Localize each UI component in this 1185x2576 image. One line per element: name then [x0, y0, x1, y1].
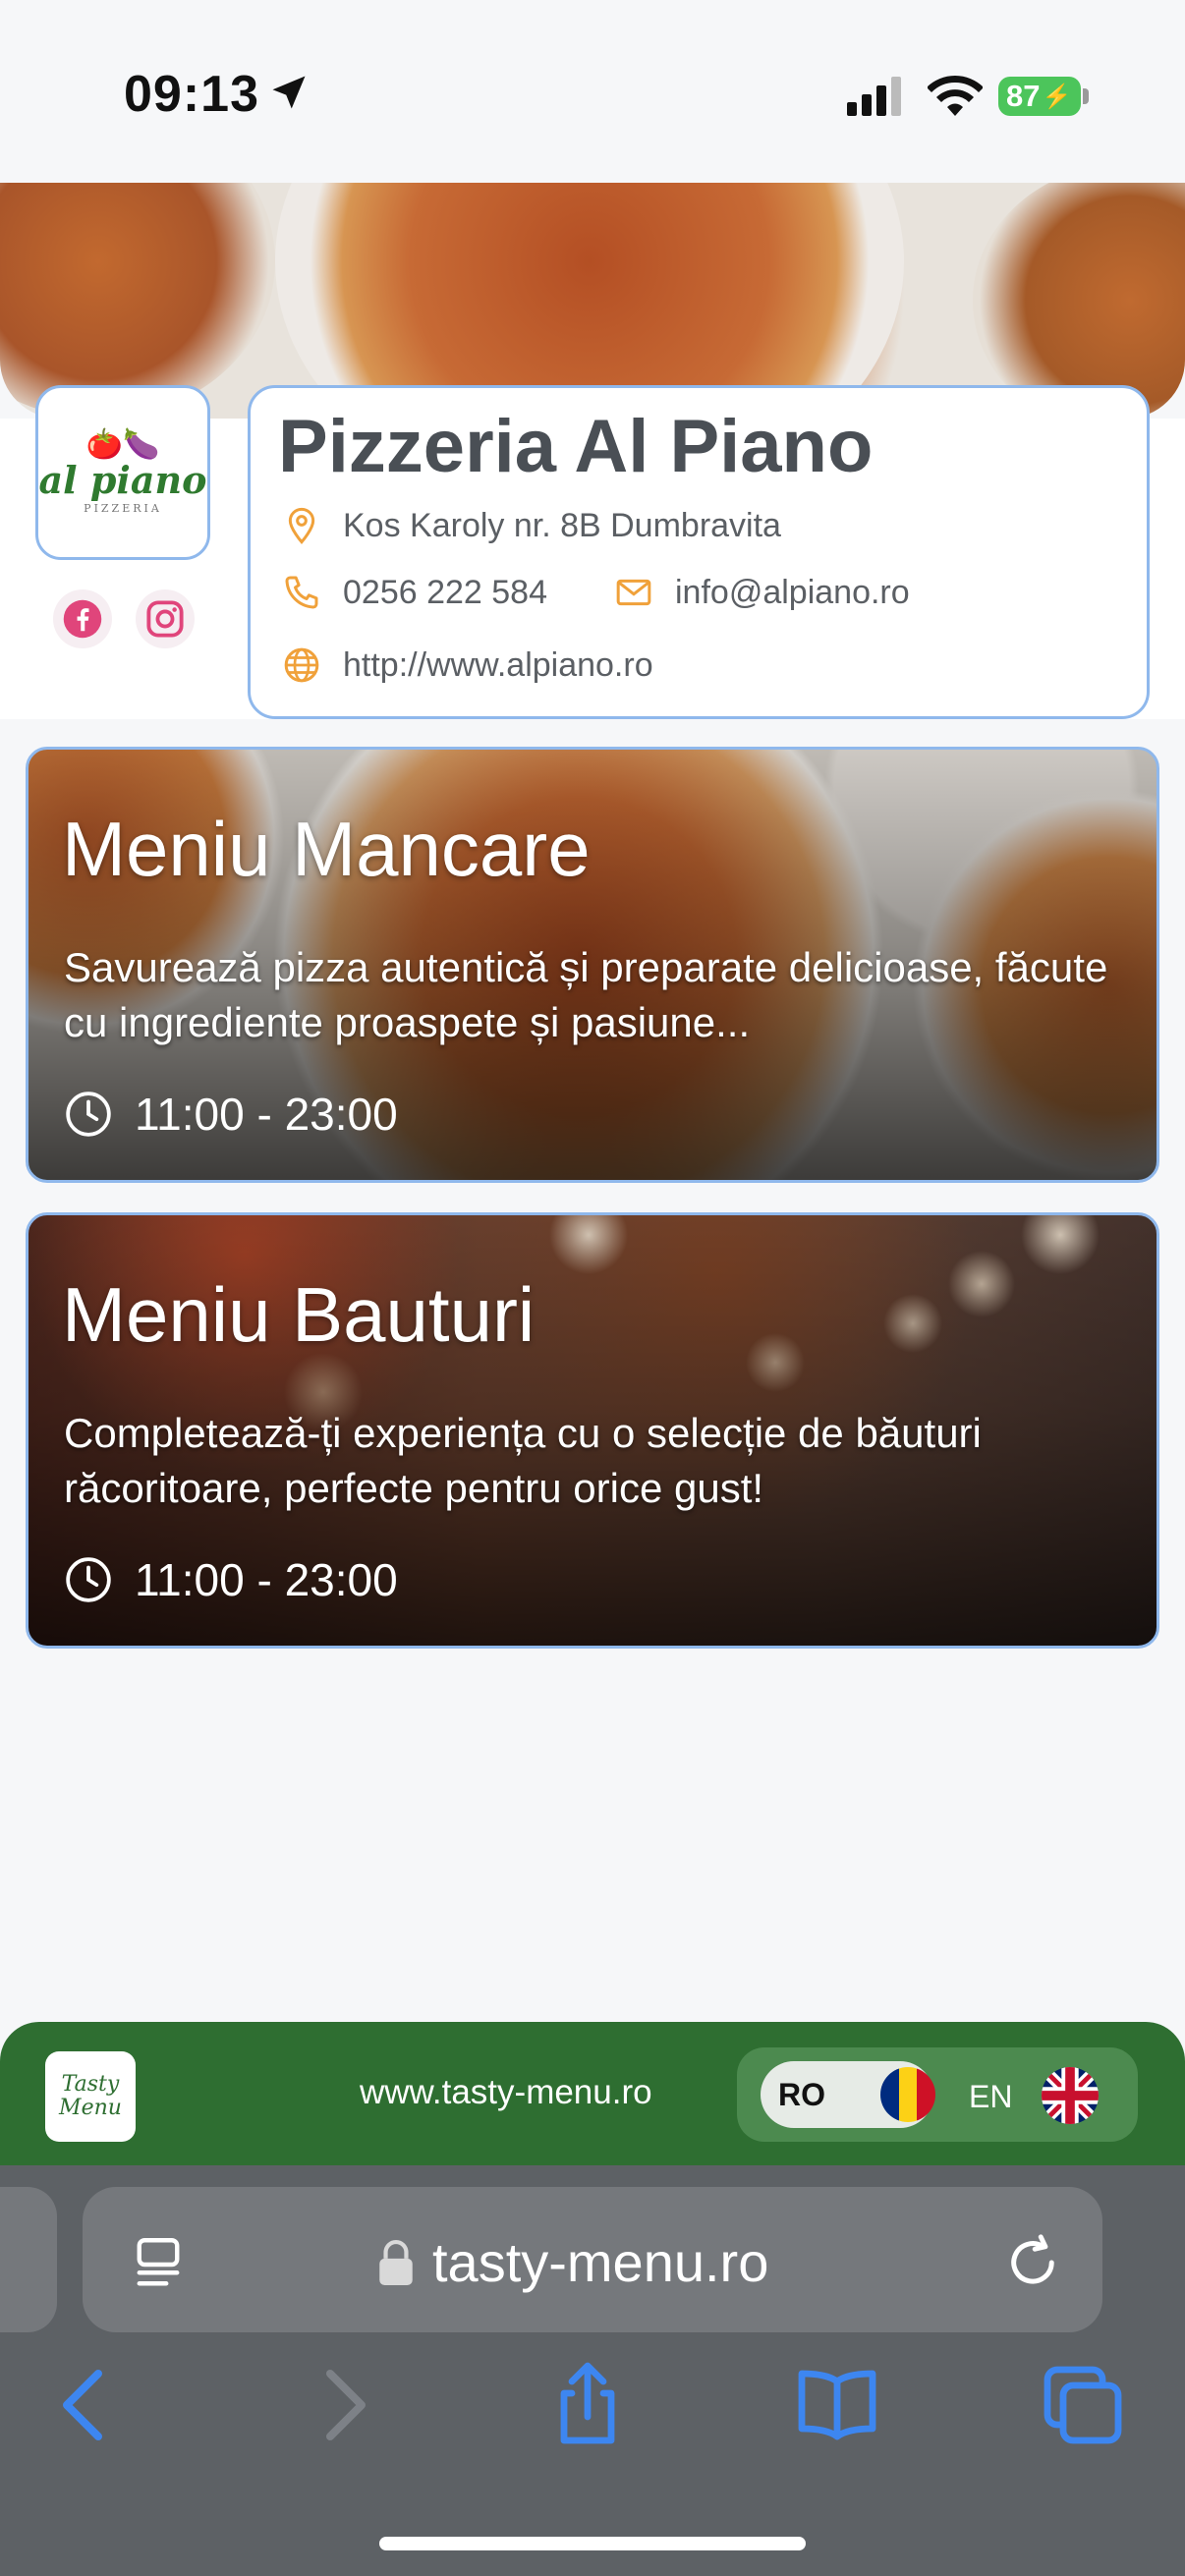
mail-icon: [616, 579, 651, 606]
battery-indicator: 87 ⚡: [998, 77, 1081, 116]
romania-flag-icon: [880, 2067, 935, 2122]
tasty-logo-line2: Menu: [59, 2096, 122, 2120]
address-row: Kos Karoly nr. 8B Dumbravita: [282, 506, 781, 545]
instagram-link[interactable]: [136, 589, 195, 648]
logo-subtitle: PIZZERIA: [84, 502, 162, 515]
menu-title: Meniu Bauturi: [62, 1271, 536, 1358]
lock-icon: [379, 2240, 413, 2285]
menu-hours-text: 11:00 - 23:00: [135, 1554, 398, 1605]
previous-tab-preview[interactable]: [0, 2187, 57, 2332]
hero-pizza-image: [0, 183, 1185, 419]
clock-icon: [66, 1092, 111, 1137]
phone-text: 0256 222 584: [343, 573, 547, 611]
language-ro-label: RO: [778, 2076, 825, 2112]
logo-name: al piano: [38, 458, 207, 502]
charging-bolt-icon: ⚡: [1042, 83, 1072, 110]
wifi-icon: [928, 76, 983, 116]
language-en-label[interactable]: EN: [969, 2079, 1012, 2115]
tasty-logo-line1: Tasty: [61, 2072, 120, 2097]
vegetables-icon: 🍅🍆: [85, 428, 160, 461]
uk-flag-icon[interactable]: [1042, 2067, 1099, 2124]
language-ro-button[interactable]: RO: [761, 2061, 935, 2128]
instagram-icon: [146, 600, 184, 638]
menu-title: Meniu Mancare: [62, 806, 591, 892]
tasty-menu-footer: Tasty Menu www.tasty-menu.ro RO EN: [0, 2022, 1185, 2165]
tasty-menu-url[interactable]: www.tasty-menu.ro: [360, 2073, 652, 2112]
home-indicator[interactable]: [379, 2537, 806, 2550]
tabs-icon[interactable]: [1036, 2358, 1130, 2452]
menu-card-food[interactable]: Meniu Mancare Savurează pizza autentică …: [26, 747, 1159, 1183]
email-text: info@alpiano.ro: [675, 573, 910, 611]
reload-icon[interactable]: [1000, 2230, 1065, 2295]
restaurant-logo: 🍅🍆 al piano PIZZERIA: [35, 385, 210, 560]
address-bar[interactable]: tasty-menu.ro: [83, 2187, 1102, 2332]
bookmarks-icon[interactable]: [790, 2358, 884, 2452]
menu-description: Savurează pizza autentică și preparate d…: [64, 944, 1108, 1045]
facebook-icon: [63, 599, 102, 639]
battery-level: 87: [1006, 79, 1041, 113]
cellular-signal-icon: [847, 77, 901, 116]
facebook-link[interactable]: [53, 589, 112, 648]
menu-description: Completează-ți experiența cu o selecție …: [64, 1410, 982, 1511]
website-link[interactable]: http://www.alpiano.ro: [282, 645, 653, 685]
location-arrow-icon: [272, 76, 306, 109]
map-pin-icon: [288, 507, 315, 544]
clock-icon: [66, 1557, 111, 1602]
website-text: http://www.alpiano.ro: [343, 645, 653, 684]
restaurant-name: Pizzeria Al Piano: [278, 405, 874, 488]
menu-hours: 11:00 - 23:00: [64, 1553, 398, 1606]
globe-icon: [284, 647, 319, 683]
language-switcher: RO EN: [737, 2047, 1138, 2142]
menu-hours: 11:00 - 23:00: [64, 1088, 398, 1141]
status-bar: 09:13 87 ⚡: [0, 0, 1185, 183]
email-link[interactable]: info@alpiano.ro: [614, 573, 910, 612]
phone-link[interactable]: 0256 222 584: [282, 573, 547, 612]
restaurant-info-card: Pizzeria Al Piano Kos Karoly nr. 8B Dumb…: [248, 385, 1150, 719]
tasty-menu-logo[interactable]: Tasty Menu: [45, 2051, 136, 2142]
address-bar-url: tasty-menu.ro: [432, 2231, 769, 2293]
status-time: 09:13: [124, 66, 259, 123]
back-icon[interactable]: [39, 2358, 134, 2452]
menu-hours-text: 11:00 - 23:00: [135, 1089, 398, 1140]
share-icon[interactable]: [540, 2358, 635, 2452]
address-text: Kos Karoly nr. 8B Dumbravita: [343, 506, 781, 544]
menu-card-drinks[interactable]: Meniu Bauturi Completează-ți experiența …: [26, 1212, 1159, 1649]
reader-mode-icon[interactable]: [126, 2232, 191, 2297]
battery-tip: [1083, 88, 1089, 104]
forward-icon[interactable]: [295, 2358, 389, 2452]
phone-icon: [285, 576, 318, 609]
